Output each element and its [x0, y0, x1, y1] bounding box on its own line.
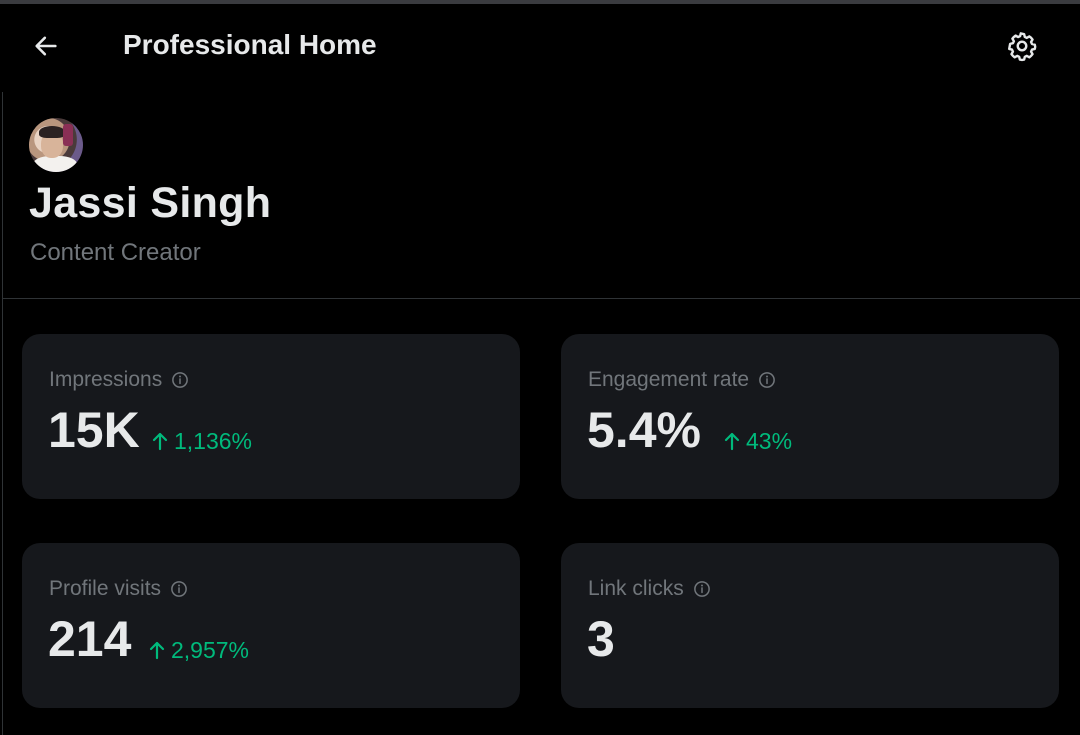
metric-delta: 1,136% — [152, 426, 252, 456]
metric-label: Profile visits — [49, 577, 162, 600]
page-title: Professional Home — [123, 29, 377, 60]
arrow-up-icon — [724, 432, 740, 451]
arrow-up-icon — [152, 432, 168, 451]
gear-icon — [1008, 32, 1037, 62]
profile-section: Jassi Singh Content Creator — [0, 92, 1080, 298]
metric-delta: 2,957% — [149, 635, 249, 665]
metric-label: Engagement rate — [588, 368, 750, 391]
metric-delta-value: 1,136% — [174, 428, 253, 454]
metric-card-link-clicks[interactable]: Link clicks 3 — [561, 543, 1059, 708]
metric-card-profile-visits[interactable]: Profile visits 214 2,957% — [22, 543, 520, 708]
info-icon[interactable] — [170, 580, 188, 598]
back-button[interactable] — [28, 28, 64, 64]
metric-card-impressions[interactable]: Impressions 15K 1,136% — [22, 334, 520, 499]
metric-label: Impressions — [49, 368, 163, 391]
info-icon[interactable] — [758, 371, 776, 389]
arrow-up-icon — [149, 641, 165, 660]
info-icon[interactable] — [171, 371, 189, 389]
metric-label: Link clicks — [588, 577, 684, 600]
avatar[interactable] — [29, 118, 83, 172]
metric-delta-value: 2,957% — [171, 637, 250, 663]
section-divider — [2, 298, 1080, 299]
info-icon[interactable] — [693, 580, 711, 598]
profile-role: Content Creator — [30, 239, 201, 266]
arrow-left-icon — [35, 36, 57, 56]
metric-card-engagement-rate[interactable]: Engagement rate 5.4% 43% — [561, 334, 1059, 499]
metric-delta: 43% — [724, 426, 792, 456]
metric-delta-value: 43% — [746, 428, 793, 454]
metric-value: 5.4% — [587, 402, 701, 458]
profile-name: Jassi Singh — [29, 179, 272, 227]
metric-value: 15K — [48, 402, 140, 458]
metric-value: 214 — [48, 611, 132, 667]
metric-value: 3 — [587, 611, 615, 667]
settings-button[interactable] — [1002, 26, 1042, 66]
top-bar: Professional Home — [0, 4, 1080, 90]
